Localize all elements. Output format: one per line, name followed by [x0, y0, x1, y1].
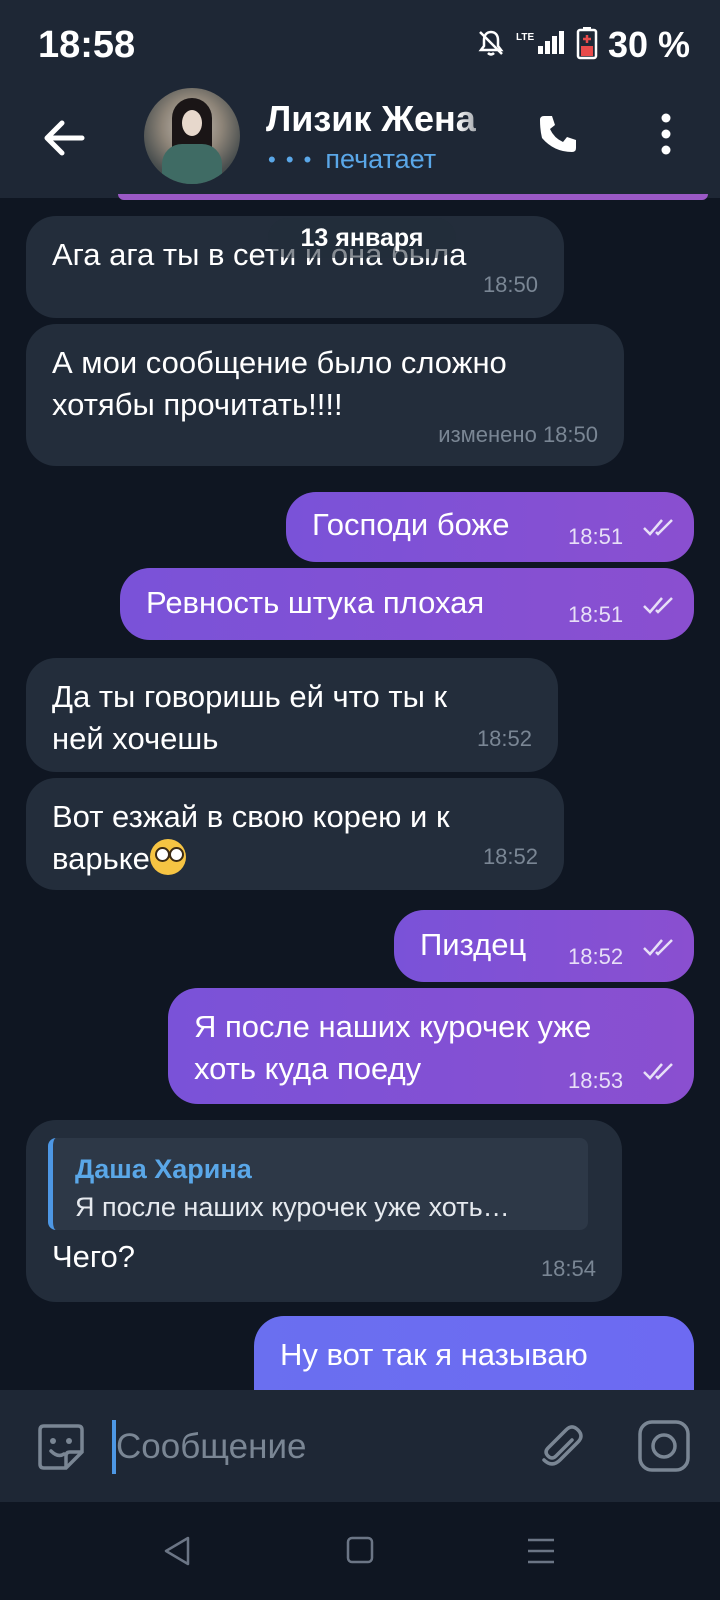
rolling-eyes-emoji-icon	[149, 839, 186, 875]
system-nav-bar	[0, 1502, 720, 1600]
message-bubble[interactable]: А мои сообщение было сложно хотябы прочи…	[26, 324, 624, 466]
reply-quote[interactable]: Даша Харина Я после наших курочек уже хо…	[48, 1138, 588, 1230]
camera-button[interactable]	[636, 1418, 692, 1474]
battery-icon	[576, 26, 598, 65]
message-time: 18:52	[568, 944, 624, 969]
contact-avatar[interactable]	[144, 88, 240, 184]
sticker-icon	[38, 1424, 84, 1470]
message-bubble[interactable]: Даша Харина Я после наших курочек уже хо…	[26, 1120, 622, 1302]
message-text: Я после наших курочек уже хоть куда поед…	[194, 1009, 592, 1086]
nav-recents-button[interactable]	[524, 1534, 558, 1568]
back-button[interactable]	[36, 110, 92, 166]
message-bubble[interactable]: Ревность штука плохая 18:51	[120, 568, 694, 640]
date-separator: 13 января	[268, 218, 456, 258]
compose-bar	[0, 1390, 720, 1502]
nav-home-icon	[346, 1536, 374, 1564]
nav-back-button[interactable]	[160, 1534, 194, 1568]
svg-text:LTE: LTE	[516, 32, 534, 43]
message-input[interactable]	[116, 1418, 496, 1476]
message-time: 18:54	[540, 1256, 596, 1281]
typing-dots-icon: • • •	[268, 146, 314, 172]
message-bubble[interactable]: Я после наших курочек уже хоть куда поед…	[168, 988, 694, 1104]
message-text: Ну вот так я называю	[280, 1337, 588, 1372]
message-text: Да ты говоришь ей что ты к ней хочешь	[52, 679, 448, 756]
message-time: 18:51	[568, 602, 624, 627]
phone-icon	[540, 116, 576, 152]
double-check-icon	[643, 1063, 673, 1080]
message-text: А мои сообщение было сложно хотябы прочи…	[52, 345, 507, 422]
double-check-icon	[643, 939, 673, 956]
nav-home-button[interactable]	[344, 1534, 376, 1566]
message-time: 18:50	[482, 272, 538, 297]
attach-button[interactable]	[534, 1420, 588, 1474]
camera-icon	[638, 1420, 690, 1472]
call-button[interactable]	[534, 110, 582, 158]
typing-label: печатает	[325, 144, 437, 174]
mute-icon	[476, 28, 506, 63]
paperclip-icon	[542, 1425, 583, 1466]
back-arrow-icon	[44, 120, 85, 156]
reply-text: Я после наших курочек уже хоть…	[75, 1192, 510, 1222]
message-bubble[interactable]: Пиздец 18:52	[394, 910, 694, 982]
status-icons: LTE 30 %	[476, 24, 690, 66]
message-time: 18:52	[476, 726, 532, 751]
message-bubble[interactable]: Ну вот так я называю	[254, 1316, 694, 1390]
chat-header: Лизик Жена • • • печатает	[0, 80, 720, 198]
message-text: Вот езжай в свою корею и к варьке	[52, 799, 450, 876]
more-options-button[interactable]	[648, 110, 684, 158]
message-time: 18:53	[568, 1068, 624, 1093]
sticker-button[interactable]	[34, 1420, 88, 1474]
message-list[interactable]: Ага ага ты в сети и она была 18:50 13 ян…	[0, 200, 720, 1390]
nav-recents-icon	[528, 1538, 554, 1564]
message-time: 18:52	[482, 844, 538, 869]
double-check-icon	[643, 519, 673, 536]
message-text: Пиздец	[420, 927, 527, 962]
status-time: 18:58	[38, 24, 136, 66]
message-edited-time: изменено 18:50	[438, 422, 598, 447]
status-bar: 18:58 LTE 30 %	[0, 0, 720, 92]
typing-status: • • • печатает	[268, 144, 436, 175]
message-text: Чего?	[52, 1239, 136, 1274]
message-text: Ревность штука плохая	[146, 585, 485, 620]
double-check-icon	[643, 597, 673, 614]
signal-icon: LTE	[516, 28, 566, 63]
message-bubble[interactable]: Вот езжай в свою корею и к варьке 18:52	[26, 778, 564, 890]
message-text: Господи боже	[312, 507, 510, 542]
message-time: 18:51	[568, 524, 624, 549]
message-bubble[interactable]: Да ты говоришь ей что ты к ней хочешь 18…	[26, 658, 558, 772]
reply-author: Даша Харина	[75, 1154, 252, 1184]
nav-back-icon	[164, 1536, 190, 1566]
message-bubble[interactable]: Господи боже 18:51	[286, 492, 694, 562]
battery-percent: 30 %	[607, 24, 690, 65]
more-vert-icon	[661, 113, 671, 155]
